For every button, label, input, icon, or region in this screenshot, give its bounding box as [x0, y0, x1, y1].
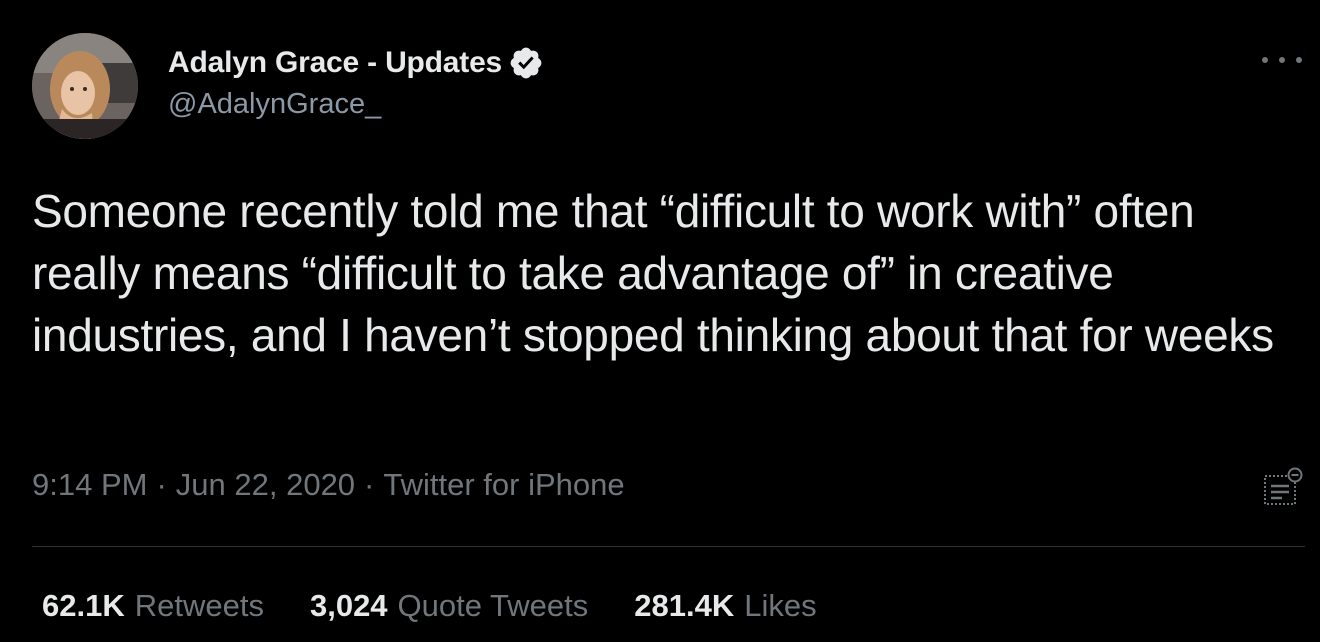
- stats-divider: [32, 546, 1305, 547]
- quote-tweets-label: Quote Tweets: [397, 588, 589, 623]
- author-handle[interactable]: @AdalynGrace_: [168, 88, 544, 121]
- tweet-source[interactable]: Twitter for iPhone: [383, 467, 624, 503]
- tweet-card: Adalyn Grace - Updates @AdalynGrace_ Som…: [0, 0, 1320, 642]
- tweet-meta: 9:14 PM · Jun 22, 2020 · Twitter for iPh…: [32, 467, 625, 503]
- verified-badge-icon: [508, 45, 544, 81]
- tweet-date[interactable]: Jun 22, 2020: [176, 467, 355, 503]
- likes-count: 281.4K: [634, 588, 735, 623]
- tweet-time[interactable]: 9:14 PM: [32, 467, 147, 503]
- likes-label: Likes: [744, 588, 817, 623]
- author-info: Adalyn Grace - Updates @AdalynGrace_: [168, 44, 544, 121]
- more-dot: [1296, 57, 1302, 63]
- quote-tweets-count: 3,024: [309, 588, 388, 623]
- avatar-photo-icon: [32, 33, 138, 139]
- author-name-row: Adalyn Grace - Updates: [168, 44, 544, 82]
- retweets-stat[interactable]: 62.1K Retweets: [42, 588, 264, 624]
- author-avatar[interactable]: [32, 33, 138, 139]
- analytics-icon[interactable]: [1262, 466, 1304, 508]
- more-dot: [1262, 57, 1268, 63]
- author-display-name[interactable]: Adalyn Grace - Updates: [168, 46, 502, 80]
- more-options-icon[interactable]: [1262, 48, 1302, 72]
- retweets-label: Retweets: [134, 588, 264, 623]
- meta-separator: ·: [156, 467, 167, 502]
- tweet-stats: 62.1K Retweets 3,024 Quote Tweets 281.4K…: [42, 588, 863, 624]
- meta-separator: ·: [364, 467, 375, 502]
- quote-tweets-stat[interactable]: 3,024 Quote Tweets: [310, 588, 588, 624]
- tweet-text: Someone recently told me that “difficult…: [32, 185, 1274, 361]
- more-dot: [1279, 57, 1285, 63]
- retweets-count: 62.1K: [42, 588, 125, 623]
- likes-stat[interactable]: 281.4K Likes: [634, 588, 816, 624]
